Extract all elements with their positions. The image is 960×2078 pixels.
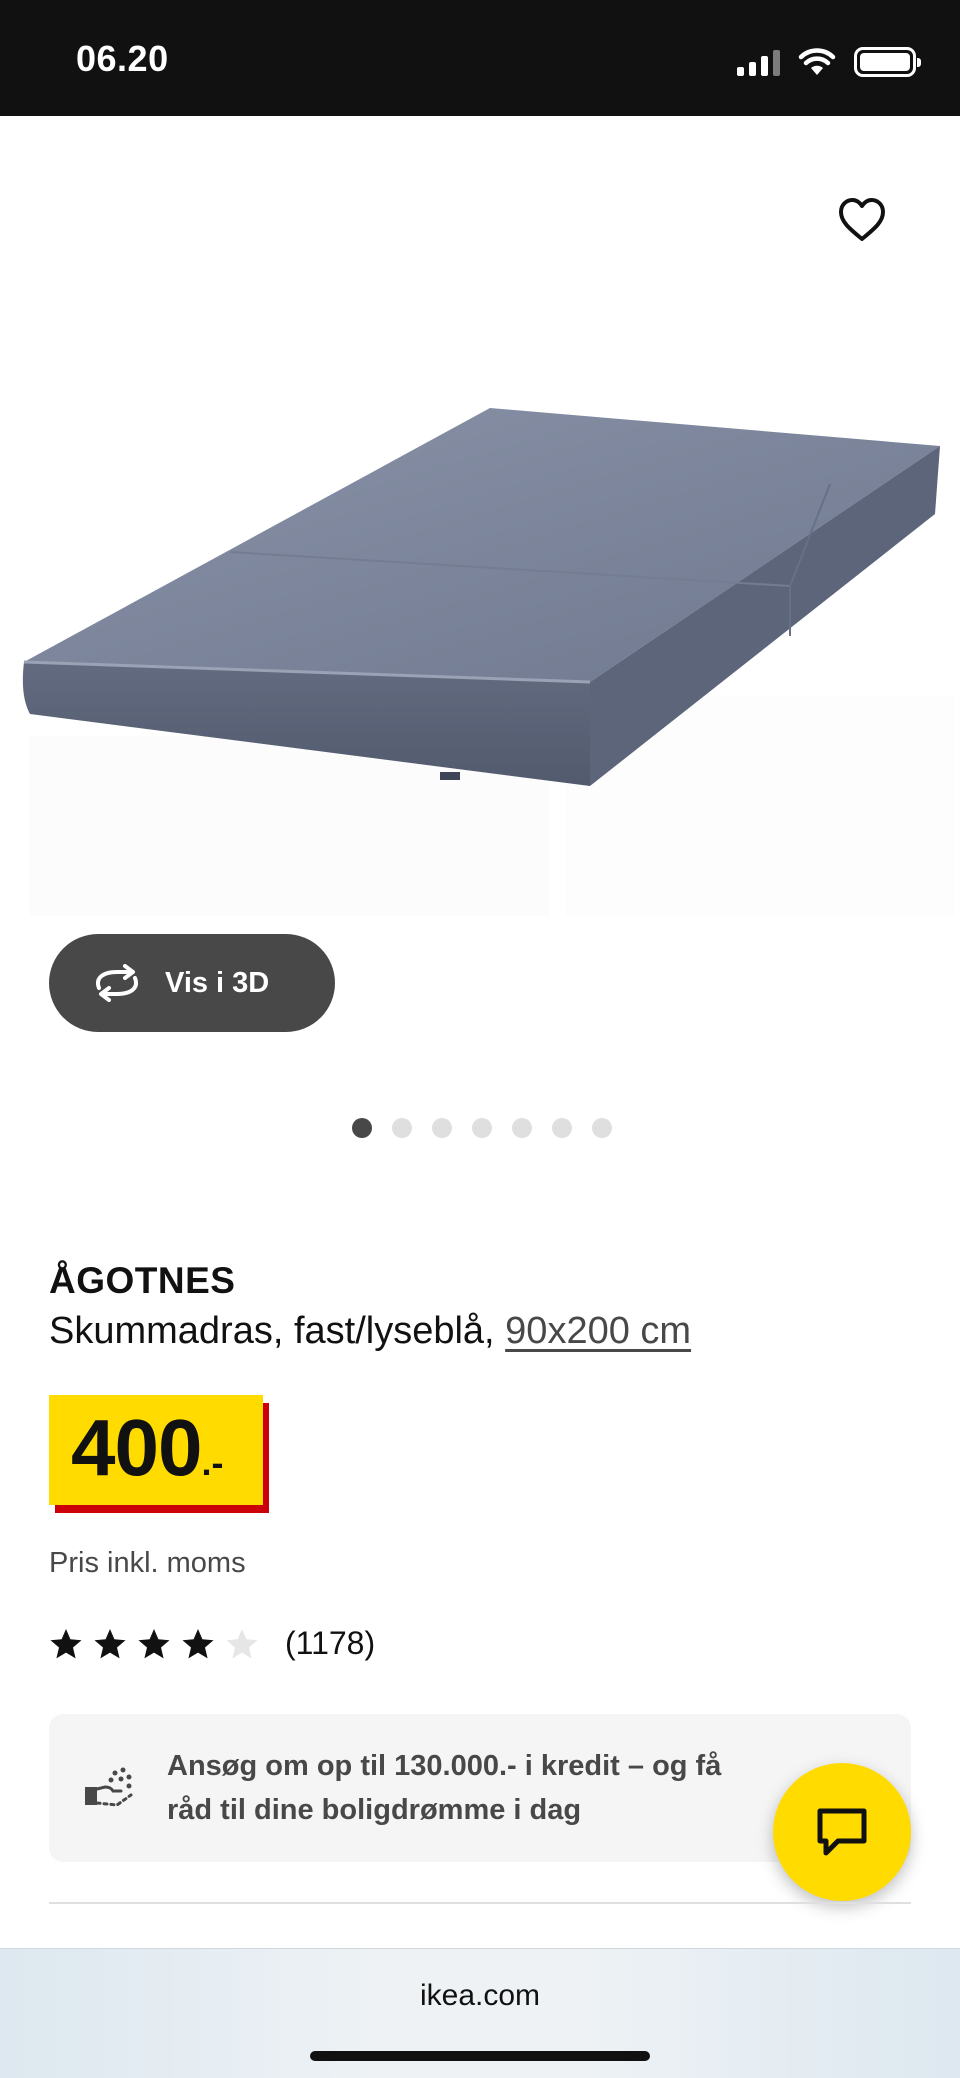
carousel-dot[interactable] bbox=[592, 1118, 612, 1138]
star-filled-icon bbox=[94, 1628, 126, 1658]
product-description-text: Skummadras, fast/lyseblå, bbox=[49, 1310, 495, 1352]
carousel-dot[interactable] bbox=[512, 1118, 532, 1138]
status-icons bbox=[737, 44, 921, 80]
credit-hand-icon bbox=[85, 1767, 133, 1807]
product-name: ÅGOTNES bbox=[49, 1260, 236, 1301]
home-indicator[interactable] bbox=[310, 2051, 650, 2061]
status-time: 06.20 bbox=[76, 38, 169, 79]
carousel-dot[interactable] bbox=[392, 1118, 412, 1138]
star-empty-icon bbox=[226, 1628, 258, 1658]
browser-address-bar[interactable]: ikea.com bbox=[0, 1948, 960, 2078]
view-3d-button[interactable]: Vis i 3D bbox=[49, 934, 335, 1032]
credit-banner-text: Ansøg om op til 130.000.- i kredit – og … bbox=[167, 1750, 722, 1826]
price-box: 400 .- bbox=[49, 1395, 263, 1505]
url-text[interactable]: ikea.com bbox=[0, 1979, 960, 2013]
product-rating[interactable]: (1178) bbox=[49, 1625, 375, 1662]
price-value: 400 bbox=[71, 1403, 202, 1492]
price-tag: 400 .- bbox=[49, 1395, 269, 1513]
carousel-dots[interactable] bbox=[352, 1118, 612, 1138]
star-filled-icon bbox=[182, 1628, 214, 1658]
price-note: Pris inkl. moms bbox=[49, 1547, 246, 1579]
price-suffix: .- bbox=[201, 1442, 224, 1483]
rotate-icon bbox=[96, 964, 138, 1002]
chat-bubble-icon bbox=[817, 1808, 867, 1856]
carousel-dot[interactable] bbox=[352, 1118, 372, 1138]
product-description: Skummadras, fast/lyseblå, 90x200 cm bbox=[49, 1310, 691, 1353]
battery-icon bbox=[854, 47, 921, 77]
star-filled-icon bbox=[138, 1628, 170, 1658]
product-image-mattress bbox=[22, 408, 955, 916]
carousel-dot[interactable] bbox=[472, 1118, 492, 1138]
product-gallery[interactable]: Vis i 3D bbox=[0, 116, 960, 1196]
star-filled-icon bbox=[50, 1628, 82, 1658]
carousel-dot[interactable] bbox=[432, 1118, 452, 1138]
favorite-button[interactable] bbox=[836, 194, 888, 246]
rating-count[interactable]: (1178) bbox=[285, 1625, 375, 1662]
wifi-icon bbox=[798, 48, 836, 75]
carousel-dot[interactable] bbox=[552, 1118, 572, 1138]
chat-button[interactable] bbox=[773, 1763, 911, 1901]
view-3d-label: Vis i 3D bbox=[165, 966, 270, 999]
status-bar: 06.20 bbox=[0, 0, 960, 116]
heart-outline-icon bbox=[839, 198, 885, 241]
signal-icon bbox=[737, 48, 780, 76]
product-size-link[interactable]: 90x200 cm bbox=[505, 1310, 691, 1352]
divider bbox=[49, 1902, 911, 1904]
